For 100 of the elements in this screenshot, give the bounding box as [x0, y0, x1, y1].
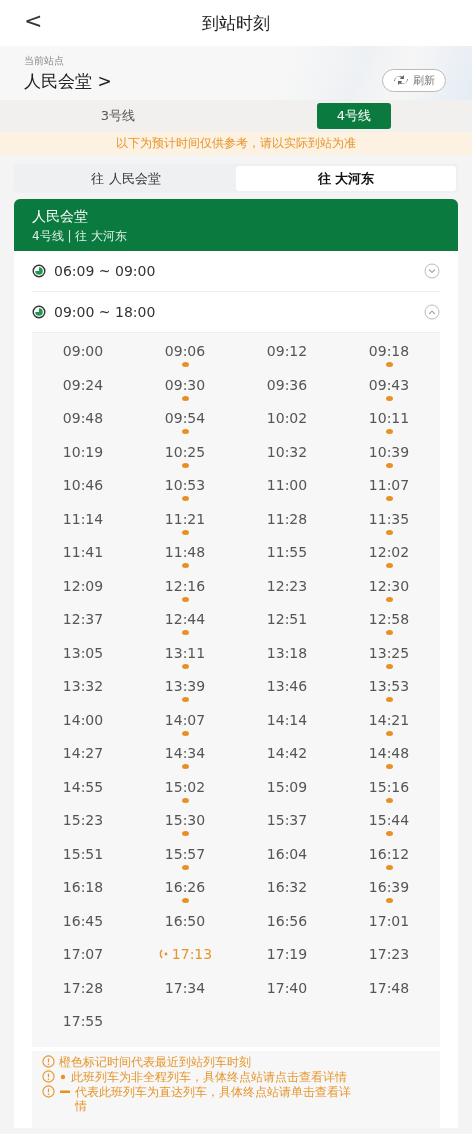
departure-time[interactable]: 09:36 [266, 376, 308, 393]
departure-time[interactable]: 12:44 [164, 611, 206, 627]
page-title: 到站时刻 [202, 11, 270, 35]
departure-time[interactable]: 10:39 [368, 443, 410, 460]
departure-time[interactable]: 14:27 [62, 745, 104, 761]
departure-time[interactable]: 10:02 [266, 410, 308, 426]
info-icon [42, 1084, 55, 1098]
departure-time[interactable]: 14:00 [62, 711, 104, 728]
departure-time[interactable]: 13:18 [266, 644, 308, 661]
signal-icon [157, 948, 168, 960]
clock-icon [32, 305, 46, 319]
departure-time[interactable]: 16:39 [368, 879, 410, 895]
departure-time[interactable]: 12:58 [368, 611, 410, 627]
departure-time[interactable]: 11:21 [164, 510, 206, 527]
departure-time[interactable]: 16:04 [266, 845, 308, 862]
direction-tab[interactable]: 往 大河东 [236, 166, 456, 191]
departure-time[interactable]: 14:42 [266, 745, 308, 761]
departure-time[interactable]: 10:53 [164, 477, 206, 493]
refresh-icon [393, 74, 409, 86]
departure-time[interactable]: 12:16 [164, 577, 206, 594]
departure-time[interactable]: 15:09 [266, 778, 308, 795]
departure-time[interactable]: 09:06 [164, 343, 206, 359]
departure-time[interactable]: 11:35 [368, 510, 410, 527]
departure-time[interactable]: 09:43 [368, 376, 410, 393]
departure-time[interactable]: 12:30 [368, 577, 410, 594]
departure-time[interactable]: 12:09 [62, 577, 104, 594]
departure-time[interactable]: 09:30 [164, 376, 206, 393]
departure-time[interactable]: 09:24 [62, 376, 104, 393]
period-row[interactable]: 06:09 ~ 09:00 [32, 251, 440, 292]
departure-time[interactable]: 13:39 [164, 678, 206, 694]
clock-icon [32, 264, 46, 278]
departure-time[interactable]: 15:57 [164, 845, 206, 862]
departure-time[interactable]: 14:07 [164, 711, 206, 728]
departure-time[interactable]: 15:37 [266, 812, 308, 828]
departure-time[interactable]: 11:00 [266, 477, 308, 493]
station-selector[interactable]: 人民会堂 > [24, 69, 112, 93]
departure-time[interactable]: 11:07 [368, 477, 410, 493]
departure-time[interactable]: 09:54 [164, 410, 206, 426]
line-tab[interactable]: 4号线 [316, 103, 392, 129]
refresh-button[interactable]: 刷新 [382, 68, 446, 92]
departure-time[interactable]: 10:25 [164, 443, 206, 460]
legend-note: 代表此班列车为直达列车，具体终点站请单击查看详情 [75, 1084, 352, 1113]
departure-time[interactable]: 16:56 [266, 912, 308, 929]
departure-time[interactable]: 09:12 [266, 343, 308, 359]
departure-time[interactable]: 17:01 [368, 912, 410, 929]
departure-time[interactable]: 09:00 [62, 343, 104, 359]
legend-note: 橙色标记时间代表最近到站列车时刻 [59, 1054, 251, 1069]
departure-time[interactable]: 17:40 [266, 979, 308, 996]
departure-time[interactable]: 12:37 [62, 611, 104, 627]
departure-time[interactable]: 11:14 [62, 510, 104, 527]
departure-time[interactable]: 14:14 [266, 711, 308, 728]
departure-time[interactable]: 15:02 [164, 778, 206, 795]
departure-time[interactable]: 15:44 [368, 812, 410, 828]
departure-time[interactable]: 09:18 [368, 343, 410, 359]
station-caption: 当前站点 [24, 53, 65, 68]
departure-time[interactable]: 17:19 [266, 946, 308, 962]
departure-time[interactable]: 16:45 [62, 912, 104, 929]
departure-time[interactable]: 17:28 [62, 979, 104, 996]
departure-time[interactable]: 09:48 [62, 410, 104, 426]
departure-time[interactable]: 17:34 [164, 979, 206, 996]
departure-time[interactable]: 12:51 [266, 611, 308, 627]
departure-time[interactable]: 10:19 [62, 443, 104, 460]
departure-time[interactable]: 12:02 [368, 544, 410, 560]
departure-time[interactable]: 17:23 [368, 946, 410, 962]
departure-time[interactable]: 14:55 [62, 778, 104, 795]
departure-time[interactable]: 14:34 [164, 745, 206, 761]
departure-time[interactable]: 11:55 [266, 544, 308, 560]
departure-time[interactable]: 11:48 [164, 544, 206, 560]
line-direction: 4号线 | 往 大河东 [32, 228, 129, 245]
departure-time[interactable]: 10:32 [266, 443, 308, 460]
departure-time[interactable]: 11:28 [266, 510, 308, 527]
departure-time[interactable]: 11:41 [62, 544, 104, 560]
departure-time[interactable]: 16:32 [266, 879, 308, 895]
period-range: 06:09 ~ 09:00 [54, 263, 157, 279]
departure-time[interactable]: 15:16 [368, 778, 410, 795]
departure-time[interactable]: 13:05 [62, 644, 104, 661]
departure-time[interactable]: 10:11 [368, 410, 410, 426]
departure-time[interactable]: 13:53 [368, 678, 410, 694]
departure-time[interactable]: 16:26 [164, 879, 206, 895]
back-button[interactable]: < [18, 8, 49, 33]
departure-time[interactable]: 17:48 [368, 979, 410, 996]
departure-time[interactable]: 10:46 [62, 477, 104, 493]
departure-time[interactable]: 15:23 [62, 812, 104, 828]
departure-time[interactable]: 15:51 [62, 845, 104, 862]
departure-time[interactable]: 16:50 [164, 912, 206, 929]
direction-tab[interactable]: 往 人民会堂 [16, 166, 236, 191]
departure-time[interactable]: 13:32 [62, 678, 104, 694]
departure-time[interactable]: 12:23 [266, 577, 308, 594]
period-range: 09:00 ~ 18:00 [54, 304, 157, 320]
departure-time[interactable]: 17:55 [62, 1013, 104, 1029]
departure-time[interactable]: 15:30 [164, 812, 206, 828]
departure-time[interactable]: 13:46 [266, 678, 308, 694]
departure-time[interactable]: 16:12 [368, 845, 410, 862]
departure-time[interactable]: 13:11 [164, 644, 206, 661]
departure-time[interactable]: 16:18 [62, 879, 104, 895]
departure-time[interactable]: 17:07 [62, 946, 104, 962]
departure-time[interactable]: 13:25 [368, 644, 410, 661]
line-tab[interactable]: 3号线 [80, 103, 156, 129]
departure-time[interactable]: 14:21 [368, 711, 410, 728]
departure-time[interactable]: 14:48 [368, 745, 410, 761]
